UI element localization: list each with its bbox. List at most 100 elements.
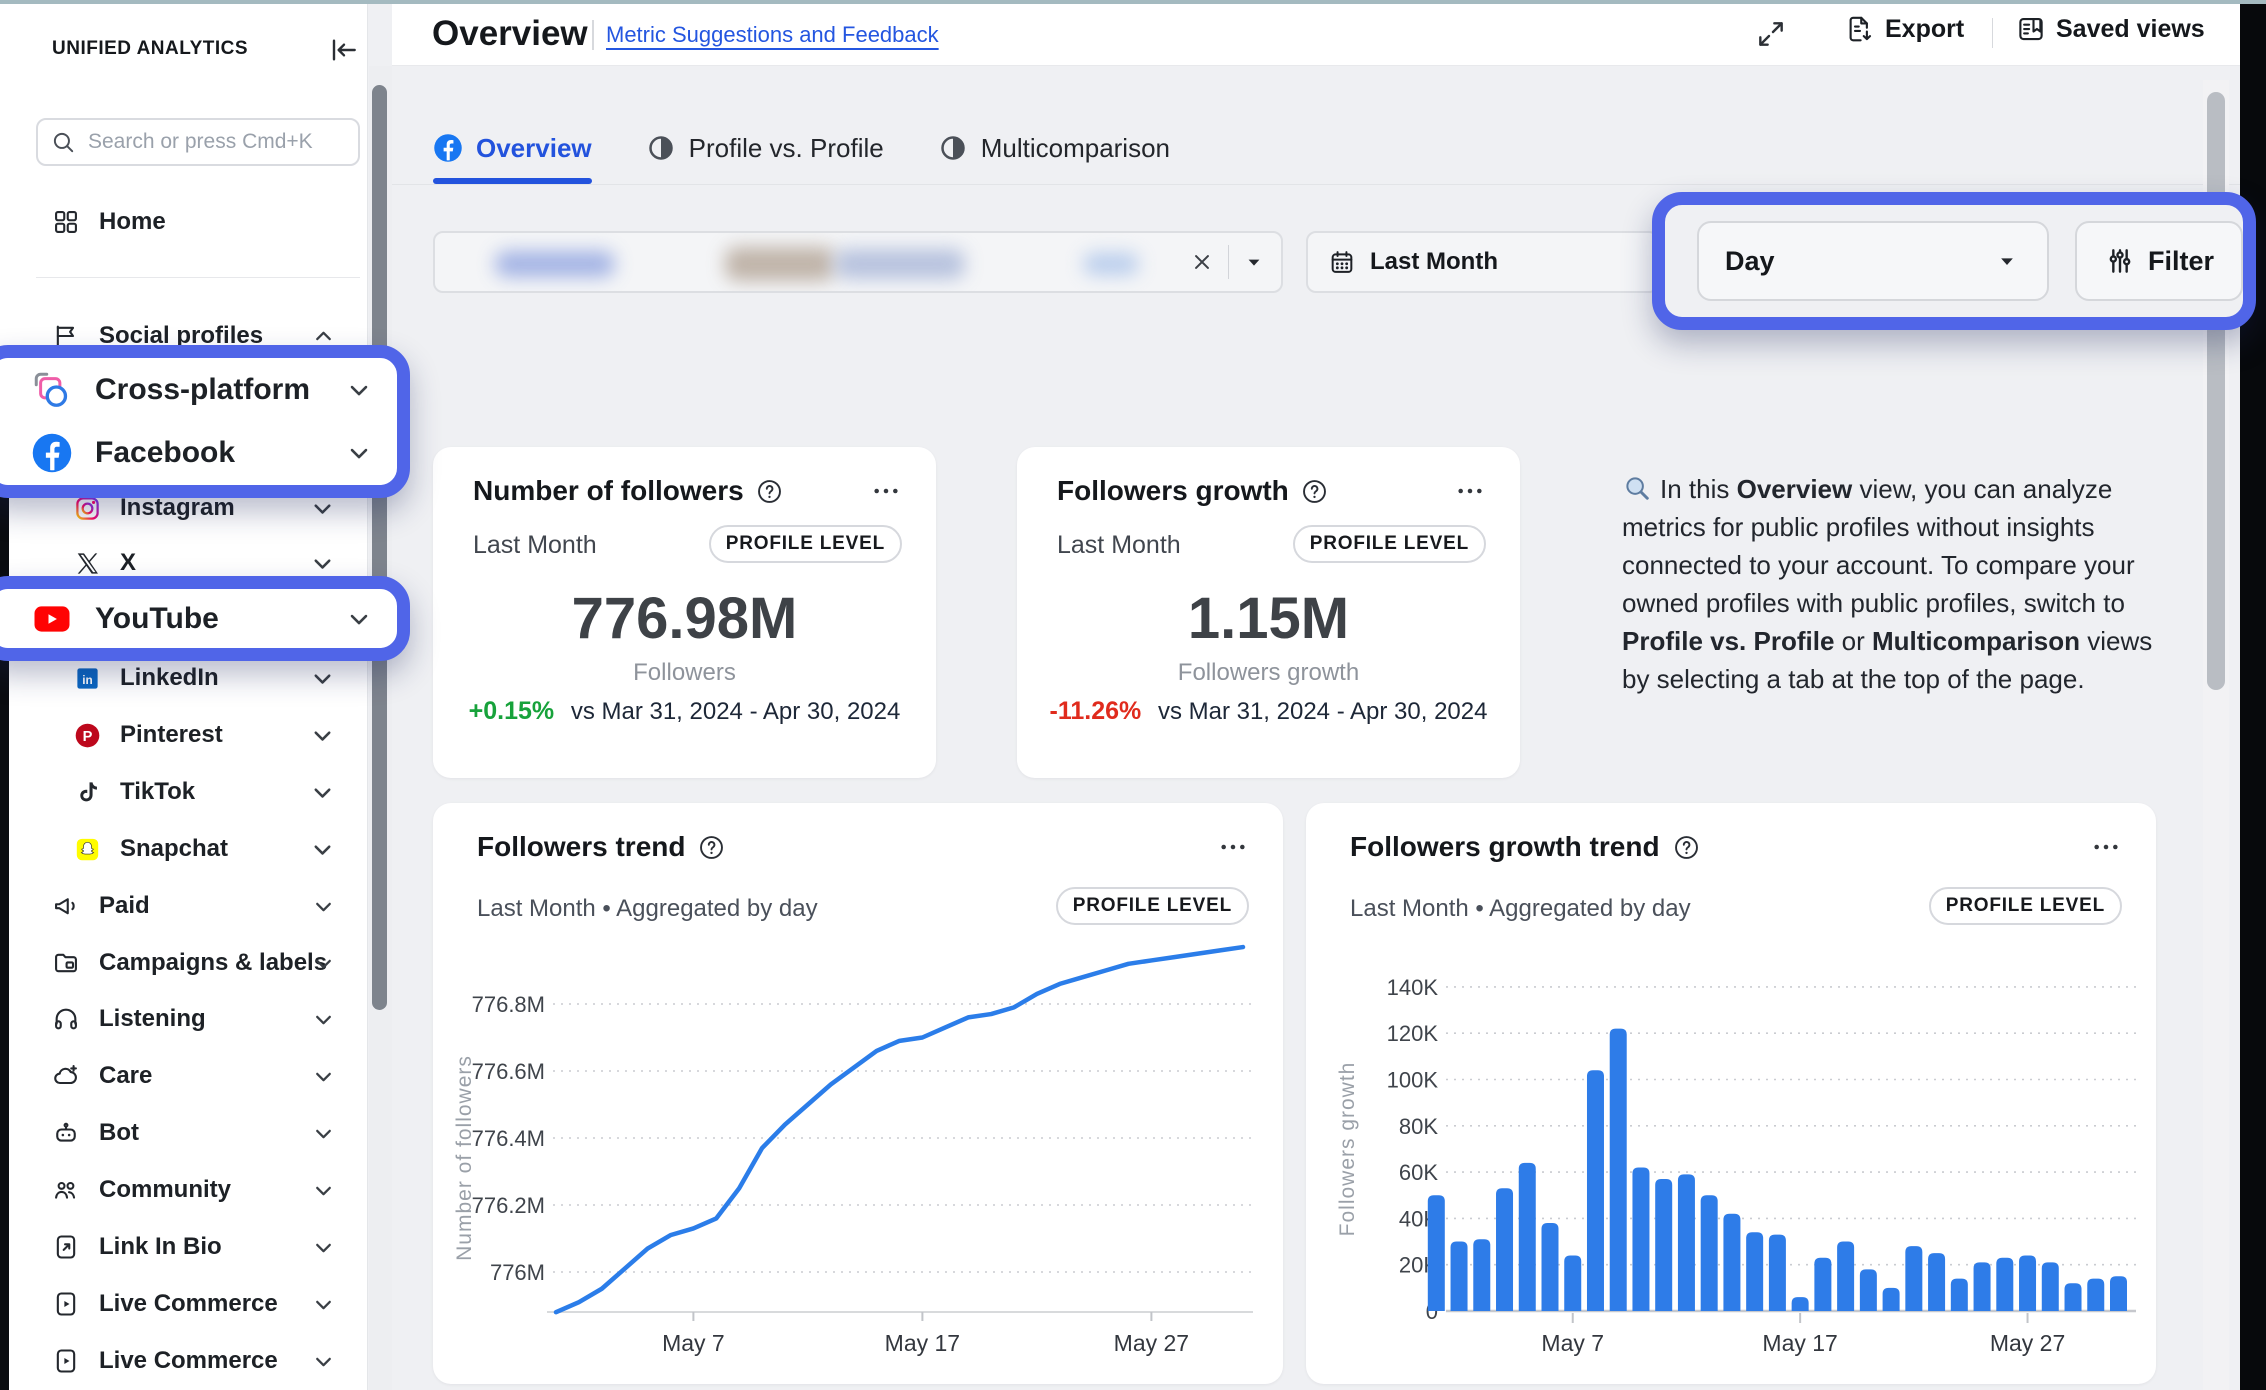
profile-selector[interactable] <box>433 231 1283 293</box>
chevron-down-icon <box>309 665 336 692</box>
sidebar-divider <box>36 277 360 278</box>
sidebar-item-pinterest[interactable]: PPinterest <box>0 711 368 759</box>
magnifier-tilt-icon <box>1622 473 1652 503</box>
svg-text:May 27: May 27 <box>1990 1330 2065 1356</box>
sidebar-item-live-commerce[interactable]: Live Commerce <box>0 1337 368 1385</box>
chart-title: Followers trend <box>477 831 685 863</box>
granularity-dropdown[interactable]: Day <box>1697 221 2049 301</box>
chevron-down-icon[interactable] <box>1241 249 1267 275</box>
sidebar-item-tiktok[interactable]: TikTok <box>0 768 368 816</box>
help-icon[interactable] <box>756 478 783 505</box>
search-icon <box>50 129 76 155</box>
svg-text:140K: 140K <box>1387 975 1439 1000</box>
sidebar-item-facebook[interactable]: Facebook <box>0 421 397 484</box>
search-box[interactable] <box>36 118 360 166</box>
tab-label: Overview <box>476 133 592 164</box>
bar-day-1 <box>1428 1195 1445 1311</box>
sidebar-item-youtube[interactable]: YouTube <box>0 589 397 648</box>
selector-divider <box>1228 245 1229 279</box>
sidebar-item-live-commerce[interactable]: Live Commerce <box>0 1280 368 1328</box>
followers-growth-card: Followers growth Last Month PROFILE LEVE… <box>1017 447 1520 778</box>
saved-views-icon <box>2016 14 2046 44</box>
chevron-down-icon <box>309 722 336 749</box>
chevron-down-icon <box>345 605 373 633</box>
sidebar-item-link-in-bio[interactable]: Link In Bio <box>0 1223 368 1271</box>
sidebar-item-bot[interactable]: Bot <box>0 1109 368 1157</box>
chevron-down-icon <box>311 1349 336 1374</box>
sidebar-item-campaigns-labels[interactable]: Campaigns & labels <box>0 939 368 987</box>
sidebar-scrollbar-thumb[interactable] <box>372 85 387 1010</box>
sidebar-item-home[interactable]: Home <box>0 198 368 246</box>
sidebar-item-listening[interactable]: Listening <box>0 995 368 1043</box>
followers-value: 776.98M <box>433 585 936 652</box>
sidebar-item-label: Link In Bio <box>99 1233 222 1261</box>
close-icon[interactable] <box>1189 249 1215 275</box>
metric-suggestions-link[interactable]: Metric Suggestions and Feedback <box>606 22 939 48</box>
bar-day-6 <box>1542 1223 1559 1311</box>
svg-text:May 17: May 17 <box>885 1330 960 1356</box>
search-input[interactable] <box>86 129 336 155</box>
bar-day-24 <box>1951 1279 1968 1311</box>
blurred-profile-chip <box>495 251 615 277</box>
sidebar-item-cross-platform[interactable]: Cross-platform <box>0 358 397 421</box>
bar-day-2 <box>1451 1242 1468 1311</box>
card-menu-icon[interactable] <box>1454 475 1486 507</box>
card-menu-icon[interactable] <box>2090 831 2122 863</box>
tab-multicomparison[interactable]: Multicomparison <box>938 112 1170 184</box>
facebook-icon <box>433 133 463 163</box>
folder-tag-icon <box>52 949 80 977</box>
card-menu-icon[interactable] <box>1217 831 1249 863</box>
help-icon[interactable] <box>1673 834 1700 861</box>
brand-title: UNIFIED ANALYTICS <box>52 38 248 60</box>
sidebar-item-community[interactable]: Community <box>0 1166 368 1214</box>
help-icon[interactable] <box>698 834 725 861</box>
sidebar-item-snapchat[interactable]: Snapchat <box>0 825 368 873</box>
growth-value: 1.15M <box>1017 585 1520 652</box>
svg-text:776.6M: 776.6M <box>472 1059 545 1084</box>
snapchat-icon <box>74 836 101 863</box>
sidebar-item-care[interactable]: Care <box>0 1052 368 1100</box>
chevron-down-icon <box>311 1121 336 1146</box>
info-note-text: In this <box>1660 474 1737 504</box>
sidebar-item-paid[interactable]: Paid <box>0 882 368 930</box>
unified-analytics-app: Overview Metric Suggestions and Feedback… <box>0 0 2266 1390</box>
blurred-profile-chip <box>1083 253 1139 275</box>
card-menu-icon[interactable] <box>870 475 902 507</box>
tab-profile-vs-profile[interactable]: Profile vs. Profile <box>646 112 884 184</box>
collapse-sidebar-icon[interactable] <box>328 34 360 66</box>
tab-overview[interactable]: Overview <box>433 112 592 184</box>
content-scrollbar-thumb[interactable] <box>2207 92 2225 690</box>
half-circle-icon <box>646 133 676 163</box>
export-button[interactable]: Export <box>1845 14 1964 44</box>
card-period: Last Month <box>1057 531 1181 560</box>
svg-text:May 7: May 7 <box>662 1330 725 1356</box>
linkedin-icon: in <box>74 665 101 692</box>
sidebar-item-linkedin[interactable]: inLinkedIn <box>0 654 368 702</box>
chevron-down-icon <box>309 836 336 863</box>
sidebar-item-label: Instagram <box>120 494 235 522</box>
profile-level-badge: PROFILE LEVEL <box>1056 887 1249 925</box>
number-of-followers-card: Number of followers Last Month PROFILE L… <box>433 447 936 778</box>
saved-views-button[interactable]: Saved views <box>2016 14 2205 44</box>
chevron-down-icon <box>309 550 336 577</box>
sidebar-item-label: TikTok <box>120 778 195 806</box>
filter-button[interactable]: Filter <box>2075 221 2243 301</box>
chevron-down-icon <box>345 439 373 467</box>
export-label: Export <box>1885 15 1964 44</box>
bar-day-11 <box>1655 1179 1672 1311</box>
sidebar-item-label: Paid <box>99 892 150 920</box>
sidebar-item-label: Listening <box>99 1005 206 1033</box>
svg-text:Followers growth: Followers growth <box>1336 1062 1359 1237</box>
filter-label: Filter <box>2148 246 2214 277</box>
people-icon <box>52 1176 80 1204</box>
chevron-down-icon <box>309 495 336 522</box>
date-range-button[interactable]: Last Month <box>1306 231 1659 293</box>
bar-day-22 <box>1905 1246 1922 1311</box>
svg-text:May 17: May 17 <box>1762 1330 1837 1356</box>
help-icon[interactable] <box>1301 478 1328 505</box>
sidebar-item-label: Facebook <box>95 436 235 470</box>
chevron-down-icon <box>311 1007 336 1032</box>
bar-day-7 <box>1564 1255 1581 1311</box>
expand-icon[interactable] <box>1755 18 1787 50</box>
robot-icon <box>52 1119 80 1147</box>
